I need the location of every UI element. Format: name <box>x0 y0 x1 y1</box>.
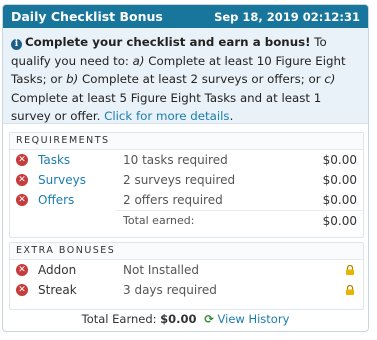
requirement-desc: 10 tasks required <box>123 153 228 167</box>
streak-status: 3 days required <box>123 283 217 297</box>
surveys-link[interactable]: Surveys <box>38 170 86 190</box>
requirement-row-tasks: ✕ Tasks 10 tasks required $0.00 <box>10 150 363 170</box>
requirement-amount: $0.00 <box>322 173 357 187</box>
info-panel: i Complete your checklist and earn a bonu… <box>3 28 368 124</box>
widget-footer: Total Earned: $0.00 ⟳ View History <box>3 310 368 328</box>
error-x-icon: ✕ <box>16 194 28 206</box>
info-text-b: Complete at least 2 surveys or offers; o… <box>78 72 325 86</box>
more-details-link[interactable]: Click for more details <box>104 109 229 123</box>
requirement-desc: 2 offers required <box>123 193 223 207</box>
requirement-amount: $0.00 <box>322 193 357 207</box>
requirements-total-row: Total earned: $0.00 <box>116 210 363 231</box>
widget-datetime: Sep 18, 2019 02:12:31 <box>214 10 360 24</box>
refresh-icon[interactable]: ⟳ <box>204 312 214 326</box>
requirement-row-offers: ✕ Offers 2 offers required $0.00 <box>10 190 363 210</box>
info-lead: Complete your checklist and earn a bonus… <box>25 35 311 49</box>
addon-label: Addon <box>38 263 77 277</box>
lock-icon <box>346 285 354 295</box>
offers-link[interactable]: Offers <box>38 190 74 210</box>
extra-row-streak: ✕ Streak 3 days required <box>10 280 363 300</box>
lock-icon <box>346 265 354 275</box>
footer-total-amount: $0.00 <box>160 312 197 326</box>
daily-checklist-widget: Daily Checklist Bonus Sep 18, 2019 02:12… <box>2 4 369 332</box>
info-end: . <box>229 109 234 123</box>
requirement-amount: $0.00 <box>322 153 357 167</box>
widget-header: Daily Checklist Bonus Sep 18, 2019 02:12… <box>3 5 368 28</box>
extra-row-addon: ✕ Addon Not Installed <box>10 260 363 280</box>
requirements-title: REQUIREMENTS <box>10 133 363 150</box>
extra-bonuses-section: EXTRA BONUSES ✕ Addon Not Installed ✕ St… <box>9 242 364 310</box>
error-x-icon: ✕ <box>16 154 28 166</box>
widget-title: Daily Checklist Bonus <box>11 9 163 24</box>
view-history-link[interactable]: View History <box>218 312 290 326</box>
requirements-section: REQUIREMENTS ✕ Tasks 10 tasks required $… <box>9 132 364 238</box>
footer-total-label: Total Earned: <box>81 312 157 326</box>
error-x-icon: ✕ <box>16 284 28 296</box>
total-earned-label: Total earned: <box>123 214 195 227</box>
info-icon: i <box>11 39 22 50</box>
addon-status: Not Installed <box>123 263 199 277</box>
streak-label: Streak <box>38 283 77 297</box>
info-or: or <box>50 72 67 86</box>
error-x-icon: ✕ <box>16 174 28 186</box>
extra-bonuses-title: EXTRA BONUSES <box>10 243 363 260</box>
marker-c: c) <box>324 72 336 86</box>
requirement-desc: 2 surveys required <box>123 173 236 187</box>
tasks-link[interactable]: Tasks <box>38 150 70 170</box>
error-x-icon: ✕ <box>16 264 28 276</box>
marker-a: a) <box>132 53 145 68</box>
total-earned-amount: $0.00 <box>322 214 357 228</box>
marker-b: b) <box>66 72 79 86</box>
requirement-row-surveys: ✕ Surveys 2 surveys required $0.00 <box>10 170 363 190</box>
